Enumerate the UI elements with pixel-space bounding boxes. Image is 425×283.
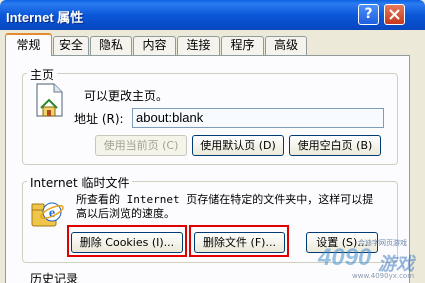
temp-files-group-title: Internet 临时文件: [27, 174, 133, 191]
title-bar[interactable]: Internet 属性 ?: [0, 0, 425, 30]
watermark-url: www.4090yx.com: [352, 272, 415, 280]
site-watermark: 合迪字网页游戏 4090 游戏 www.4090yx.com: [318, 232, 423, 282]
use-blank-button[interactable]: 使用空白页 (B): [289, 135, 381, 156]
history-group-title: 历史记录: [27, 270, 82, 283]
homepage-description: 可以更改主页。: [84, 89, 169, 103]
tab-connections[interactable]: 连接: [177, 36, 220, 55]
highlight-delete-files: [189, 225, 289, 257]
tab-programs[interactable]: 程序: [221, 36, 264, 55]
tab-security[interactable]: 安全: [53, 36, 89, 55]
help-button[interactable]: ?: [358, 4, 379, 25]
close-icon: [389, 9, 400, 20]
highlight-delete-cookies: [67, 225, 187, 257]
homepage-group-title: 主页: [27, 66, 58, 83]
address-input[interactable]: about:blank: [132, 108, 384, 128]
internet-explorer-icon: e: [31, 202, 64, 227]
tab-privacy[interactable]: 隐私: [90, 36, 132, 55]
address-label: 地址 (R):: [74, 112, 124, 126]
tab-content[interactable]: 内容: [133, 36, 176, 55]
temp-files-description: 所查看的 Internet 页存储在特定的文件夹中，这样可以提高以后浏览的速度。: [76, 193, 374, 220]
window-title: Internet 属性: [6, 10, 84, 25]
use-default-button[interactable]: 使用默认页 (D): [192, 135, 284, 156]
use-current-button[interactable]: 使用当前页 (C): [95, 135, 187, 156]
homepage-document-icon: [36, 83, 63, 117]
tab-general[interactable]: 常规: [5, 33, 52, 56]
watermark-logo: 4090: [318, 244, 372, 271]
tab-advanced[interactable]: 高级: [265, 36, 307, 55]
close-button[interactable]: [384, 4, 405, 25]
